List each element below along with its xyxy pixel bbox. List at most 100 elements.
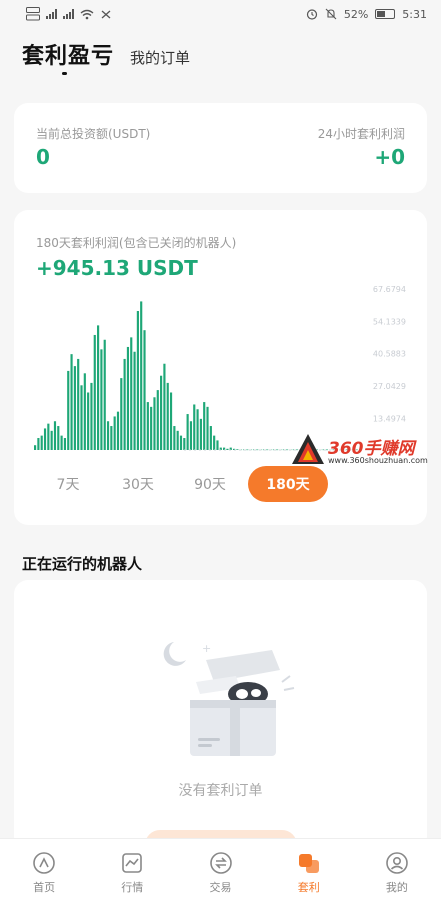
profit-bar <box>43 428 47 450</box>
tab-arbitrage[interactable]: 套利 <box>265 839 353 900</box>
profit-bar <box>163 363 166 450</box>
profit-bar <box>140 301 143 450</box>
page-title[interactable]: 套利盈亏 <box>22 38 114 70</box>
profit-bar <box>186 414 189 450</box>
profit-bar <box>97 325 100 450</box>
tab-profile[interactable]: 我的 <box>353 839 441 900</box>
running-bots-card: + 没有套利订单 <box>14 580 427 850</box>
profit-bar <box>150 406 153 450</box>
y-tick-label: 27.0429 <box>373 382 406 391</box>
total-investment-value: 0 <box>36 145 50 169</box>
battery-percent: 52% <box>343 7 369 21</box>
bottom-tab-bar: 首页 行情 交易 套利 我的 <box>0 838 441 900</box>
profile-icon <box>386 852 408 874</box>
empty-state-text: 没有套利订单 <box>178 783 263 799</box>
profit-bar <box>73 366 76 450</box>
profit-bar <box>179 435 183 450</box>
range-180d-button[interactable]: 180天 <box>248 466 328 502</box>
profit-bar <box>116 411 120 450</box>
profit-bar <box>37 438 40 450</box>
profit-bar <box>106 421 110 450</box>
profit-bar <box>40 435 43 450</box>
chart-icon <box>122 853 143 873</box>
range-7d-button[interactable]: 7天 <box>34 466 102 502</box>
clock: 5:31 <box>402 7 427 21</box>
my-orders-tab[interactable]: 我的订单 <box>130 47 190 68</box>
profit-bar <box>120 378 123 450</box>
moon-icon <box>163 642 186 666</box>
profit-bar <box>126 346 130 450</box>
svg-text:+: + <box>202 642 211 655</box>
tab-label: 交易 <box>209 881 232 894</box>
empty-box-illustration: + <box>163 642 295 756</box>
profit-bar <box>130 337 133 450</box>
profit-bar <box>100 349 103 450</box>
watermark-url: www.360shouzhuan.com <box>328 456 428 465</box>
battery-level <box>377 11 386 17</box>
profit-bar <box>156 390 159 450</box>
profit-bar <box>63 438 67 450</box>
profit-bar <box>93 334 96 450</box>
profit-bar <box>160 375 163 450</box>
profit-bar <box>67 370 70 450</box>
profit-bar <box>80 385 83 450</box>
profit-bar <box>176 430 179 450</box>
tab-label: 我的 <box>385 881 408 894</box>
active-tab-indicator <box>62 72 67 75</box>
profit-bar <box>286 449 289 451</box>
range-90d-button[interactable]: 90天 <box>176 466 244 502</box>
y-tick-label: 40.5883 <box>373 350 406 359</box>
profit-bar <box>236 449 239 450</box>
tab-label: 套利 <box>297 881 320 894</box>
profit-bar <box>193 404 196 450</box>
profit-bar <box>206 406 209 450</box>
wifi-icon <box>80 9 94 19</box>
profit-bar-chart: 67.6794 54.1339 40.5883 27.0429 13.4974 <box>34 285 406 451</box>
battery-icon <box>375 9 396 19</box>
watermark-logo: 360手赚网 www.360shouzhuan.com <box>290 432 436 468</box>
profit-bar <box>173 426 176 450</box>
profit-bar <box>57 426 60 450</box>
nfc-icon <box>101 10 111 18</box>
daily-profit-label: 24小时套利利润 <box>317 127 405 141</box>
profit-bar <box>34 445 37 450</box>
mute-icon <box>325 8 337 20</box>
profit-bar <box>103 339 106 450</box>
profit-bar <box>226 448 229 450</box>
y-tick-label: 67.6794 <box>373 285 406 294</box>
profit-bar <box>189 421 193 450</box>
status-bar: 52% 5:31 <box>0 0 441 28</box>
y-tick-label: 54.1339 <box>373 317 406 326</box>
running-bots-heading: 正在运行的机器人 <box>22 555 143 573</box>
watermark-triangle-icon <box>292 434 324 464</box>
tab-trade[interactable]: 交易 <box>176 839 264 900</box>
profit-bar <box>90 382 93 450</box>
tab-market[interactable]: 行情 <box>88 839 176 900</box>
tab-home[interactable]: 首页 <box>0 839 88 900</box>
profit-bar <box>203 402 206 450</box>
y-tick-label: 13.4974 <box>373 415 406 424</box>
profit-bar <box>213 435 216 450</box>
profit-bar <box>77 358 80 450</box>
profit-bar <box>133 351 136 450</box>
status-right: 52% 5:31 <box>306 8 427 21</box>
tab-label: 首页 <box>33 881 56 894</box>
alarm-icon <box>306 9 317 20</box>
tab-label: 行情 <box>121 881 144 894</box>
signal-icon <box>46 9 57 19</box>
profit-bar <box>146 402 149 450</box>
total-investment-label: 当前总投资额(USDT) <box>36 127 151 141</box>
range-30d-button[interactable]: 30天 <box>104 466 172 502</box>
home-icon <box>33 852 55 874</box>
profit-bar <box>169 392 173 450</box>
page-header: 套利盈亏 我的订单 <box>22 38 190 70</box>
profit-bar <box>153 397 156 450</box>
profit-bar <box>47 423 50 450</box>
profit-bar <box>70 354 73 450</box>
arbitrage-icon <box>298 854 319 873</box>
investment-card: 当前总投资额(USDT) 24小时套利利润 0 +0 <box>14 103 427 193</box>
profit-bar <box>136 311 139 450</box>
profit-bar <box>110 426 113 450</box>
profit-bar <box>276 449 279 451</box>
profit-bar <box>199 418 202 450</box>
